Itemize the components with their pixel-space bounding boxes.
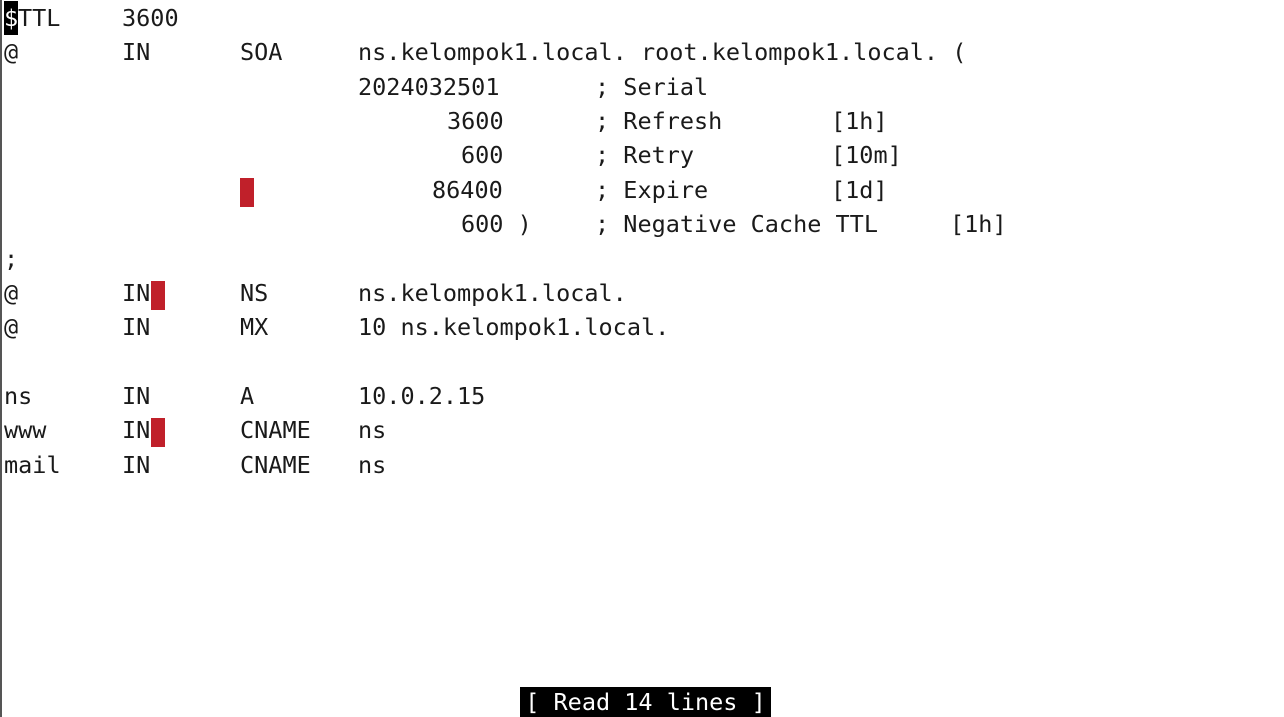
editor-line-record-cname-www[interactable]: www IN CNAME ns xyxy=(4,413,1280,447)
record-class: IN xyxy=(122,313,151,341)
record-class: IN xyxy=(122,416,151,444)
record-name: mail xyxy=(4,451,61,479)
expire-unit: [1d] xyxy=(831,176,888,204)
soa-type: SOA xyxy=(240,38,283,66)
record-name: ns xyxy=(4,382,33,410)
serial-value: 2024032501 xyxy=(358,73,500,101)
editor-line-expire[interactable]: 86400 ; Expire [1d] xyxy=(4,173,1280,207)
text-editor-area[interactable]: $ TTL 3600 @ IN SOA ns.kelompok1.local. … xyxy=(4,0,1280,690)
negative-cache-value: 600 ) xyxy=(461,210,532,238)
record-class: IN xyxy=(122,451,151,479)
soa-name: @ xyxy=(4,38,19,66)
refresh-unit: [1h] xyxy=(831,107,888,135)
editor-line-record-mx[interactable]: @ IN MX 10 ns.kelompok1.local. xyxy=(4,310,1280,344)
soa-data: ns.kelompok1.local. root.kelompok1.local… xyxy=(358,38,967,66)
record-type: CNAME xyxy=(240,416,311,444)
serial-comment: ; Serial xyxy=(595,73,709,101)
expire-value: 86400 xyxy=(432,176,503,204)
editor-line-negative-cache[interactable]: 600 ) ; Negative Cache TTL [1h] xyxy=(4,207,1280,241)
record-type: MX xyxy=(240,313,269,341)
refresh-value: 3600 xyxy=(447,107,504,135)
record-class: IN xyxy=(122,382,151,410)
trailing-whitespace-marker xyxy=(151,281,165,310)
editor-line-refresh[interactable]: 3600 ; Refresh [1h] xyxy=(4,104,1280,138)
expire-comment: ; Expire xyxy=(595,176,709,204)
record-name: @ xyxy=(4,313,19,341)
record-type: NS xyxy=(240,279,269,307)
status-message: [ Read 14 lines ] xyxy=(520,687,771,717)
record-data: 10.0.2.15 xyxy=(358,382,486,410)
retry-unit: [10m] xyxy=(831,141,902,169)
record-type: A xyxy=(240,382,255,410)
record-class: IN xyxy=(122,279,151,307)
text-cursor: $ xyxy=(4,1,19,35)
trailing-whitespace-marker xyxy=(240,178,254,207)
refresh-comment: ; Refresh xyxy=(595,107,723,135)
editor-line-record-cname-mail[interactable]: mail IN CNAME ns xyxy=(4,448,1280,482)
record-name: @ xyxy=(4,279,19,307)
record-name: www xyxy=(4,416,47,444)
editor-line-ttl[interactable]: $ TTL 3600 xyxy=(4,1,1280,35)
record-data: ns.kelompok1.local. xyxy=(358,279,627,307)
retry-value: 600 xyxy=(461,141,504,169)
editor-line-separator[interactable]: ; xyxy=(4,242,1280,276)
ttl-directive: TTL xyxy=(18,4,61,32)
record-data: ns xyxy=(358,416,387,444)
record-data: 10 ns.kelompok1.local. xyxy=(358,313,670,341)
separator-comment: ; xyxy=(4,245,19,273)
retry-comment: ; Retry xyxy=(595,141,695,169)
window-left-border xyxy=(0,0,2,717)
editor-line-blank[interactable] xyxy=(4,345,1280,379)
negative-cache-unit: [1h] xyxy=(950,210,1007,238)
editor-line-record-a[interactable]: ns IN A 10.0.2.15 xyxy=(4,379,1280,413)
editor-line-record-ns[interactable]: @ IN NS ns.kelompok1.local. xyxy=(4,276,1280,310)
trailing-whitespace-marker xyxy=(151,418,165,447)
negative-cache-comment: ; Negative Cache TTL xyxy=(595,210,878,238)
editor-line-soa[interactable]: @ IN SOA ns.kelompok1.local. root.kelomp… xyxy=(4,35,1280,69)
ttl-value: 3600 xyxy=(122,4,179,32)
record-type: CNAME xyxy=(240,451,311,479)
record-data: ns xyxy=(358,451,387,479)
editor-line-serial[interactable]: 2024032501 ; Serial xyxy=(4,70,1280,104)
editor-line-retry[interactable]: 600 ; Retry [10m] xyxy=(4,138,1280,172)
soa-class: IN xyxy=(122,38,151,66)
